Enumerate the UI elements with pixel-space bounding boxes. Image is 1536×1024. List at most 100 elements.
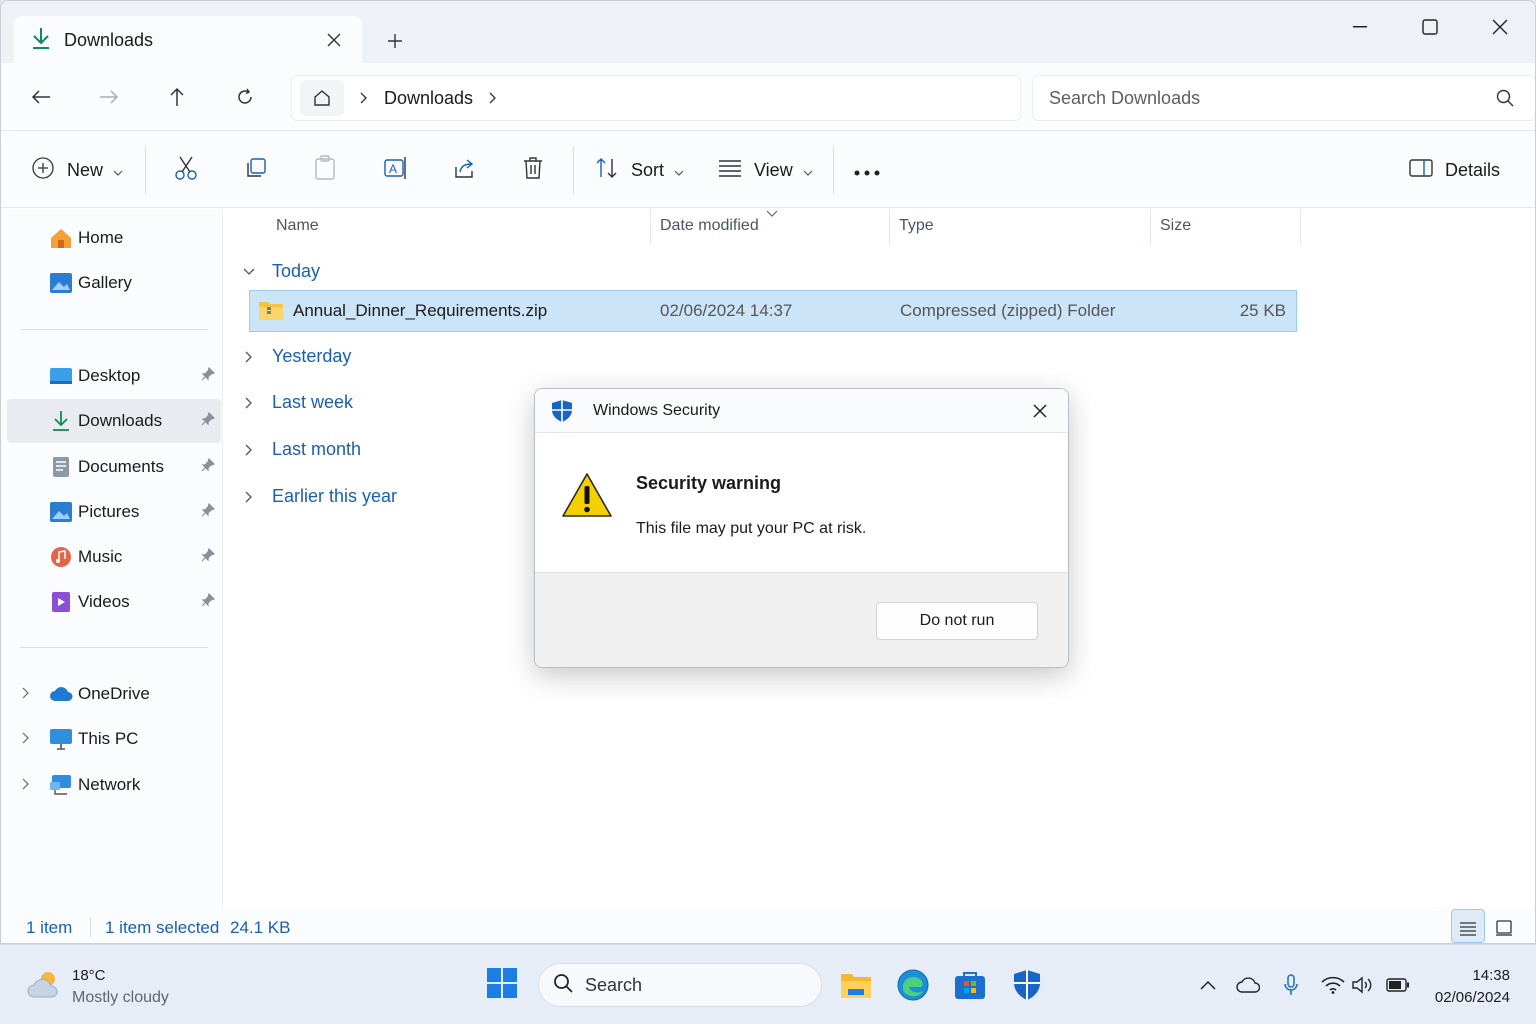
- column-header-size[interactable]: Size: [1160, 217, 1191, 235]
- address-bar[interactable]: Downloads: [291, 75, 1021, 121]
- clock-date: 02/06/2024: [1434, 989, 1510, 1006]
- dialog-heading: Security warning: [636, 473, 782, 493]
- sidebar-item-label: Videos: [78, 592, 130, 611]
- details-view-button[interactable]: [1451, 909, 1485, 943]
- microsoft-store-icon[interactable]: [950, 965, 990, 1005]
- copy-button[interactable]: [244, 150, 268, 190]
- home-icon[interactable]: [300, 80, 344, 116]
- chevron-right-icon[interactable]: [22, 729, 30, 749]
- maximize-button[interactable]: [1395, 1, 1465, 53]
- pin-icon[interactable]: [201, 366, 216, 386]
- sidebar-item-gallery[interactable]: Gallery: [7, 261, 221, 305]
- file-explorer-taskbar-icon[interactable]: [836, 965, 876, 1005]
- up-arrow-icon[interactable]: [159, 79, 195, 115]
- pin-icon[interactable]: [201, 592, 216, 612]
- sidebar-item-network[interactable]: Network: [7, 763, 221, 807]
- chevron-right-icon[interactable]: [489, 92, 497, 104]
- tab-downloads[interactable]: Downloads: [14, 16, 362, 64]
- wifi-icon[interactable]: [1319, 971, 1347, 999]
- svg-text:A: A: [389, 162, 397, 176]
- sidebar-item-home[interactable]: Home: [7, 216, 221, 260]
- chevron-right-icon[interactable]: [22, 684, 30, 704]
- group-header-today[interactable]: Today: [241, 261, 320, 282]
- share-button[interactable]: [453, 150, 477, 190]
- cut-button[interactable]: [174, 150, 198, 190]
- search-icon[interactable]: [1485, 89, 1525, 107]
- sidebar-item-label: OneDrive: [78, 684, 150, 703]
- sidebar-item-desktop[interactable]: Desktop: [7, 354, 221, 398]
- videos-icon: [49, 590, 73, 614]
- rename-button[interactable]: A: [383, 150, 409, 190]
- chevron-right-icon[interactable]: [22, 775, 30, 795]
- file-size: 25 KB: [1239, 301, 1286, 320]
- close-dialog-icon[interactable]: [1024, 395, 1056, 427]
- back-arrow-icon[interactable]: [23, 79, 59, 115]
- clock[interactable]: 14:38 02/06/2024: [1435, 965, 1510, 1009]
- windows-security-icon[interactable]: [1007, 965, 1047, 1005]
- search-icon: [553, 973, 573, 998]
- forward-arrow-icon[interactable]: [91, 79, 127, 115]
- shield-icon: [551, 399, 575, 423]
- column-header-type[interactable]: Type: [899, 217, 934, 235]
- home-icon: [49, 226, 73, 250]
- close-tab-icon[interactable]: [316, 22, 352, 58]
- search-box[interactable]: [1032, 75, 1535, 121]
- pin-icon[interactable]: [201, 502, 216, 522]
- breadcrumb-downloads[interactable]: Downloads: [384, 88, 473, 109]
- pin-icon[interactable]: [201, 547, 216, 567]
- scissors-icon: [174, 155, 198, 186]
- paste-button[interactable]: [314, 150, 336, 190]
- group-header-earlier-this-year[interactable]: Earlier this year: [241, 486, 397, 507]
- column-header-name[interactable]: Name: [276, 217, 319, 235]
- refresh-icon[interactable]: [227, 79, 263, 115]
- sidebar-item-videos[interactable]: Videos: [7, 580, 221, 624]
- start-button[interactable]: [482, 965, 522, 1005]
- tiles-view-button[interactable]: [1487, 909, 1521, 943]
- more-options-button[interactable]: [854, 150, 880, 190]
- minimize-button[interactable]: [1325, 1, 1395, 53]
- pin-icon[interactable]: [201, 457, 216, 477]
- file-type: Compressed (zipped) Folder: [900, 301, 1116, 320]
- warning-icon: [561, 471, 613, 524]
- taskbar-search[interactable]: Search: [538, 963, 822, 1007]
- delete-button[interactable]: [522, 150, 544, 190]
- column-header-date[interactable]: Date modified: [660, 217, 759, 235]
- sidebar-item-downloads[interactable]: Downloads: [7, 399, 221, 443]
- sort-label: Sort: [631, 159, 665, 180]
- list-view-icon: [718, 159, 742, 182]
- sidebar-item-this-pc[interactable]: This PC: [7, 717, 221, 761]
- chevron-up-icon[interactable]: [1194, 971, 1222, 999]
- search-input[interactable]: [1049, 87, 1485, 109]
- sidebar-item-onedrive[interactable]: OneDrive: [7, 672, 221, 716]
- onedrive-tray-icon[interactable]: [1234, 971, 1262, 999]
- group-label: Earlier this year: [272, 486, 398, 506]
- sidebar-item-music[interactable]: Music: [7, 535, 221, 579]
- dialog-footer: Do not run: [535, 572, 1068, 667]
- download-icon: [49, 409, 73, 433]
- battery-icon[interactable]: [1384, 971, 1412, 999]
- view-button[interactable]: View: [718, 150, 813, 190]
- details-button[interactable]: Details: [1409, 150, 1500, 190]
- group-header-last-month[interactable]: Last month: [241, 439, 361, 460]
- new-button[interactable]: New: [31, 150, 123, 190]
- weather-widget[interactable]: 18°C Mostly cloudy: [26, 965, 169, 1009]
- file-row[interactable]: Annual_Dinner_Requirements.zip 02/06/202…: [249, 290, 1297, 332]
- sidebar-item-pictures[interactable]: Pictures: [7, 490, 221, 534]
- sidebar-item-documents[interactable]: Documents: [7, 445, 221, 489]
- tab-title: Downloads: [64, 29, 154, 50]
- volume-icon[interactable]: [1349, 971, 1377, 999]
- chevron-right-icon: [241, 351, 257, 363]
- sidebar-item-label: Documents: [78, 457, 164, 476]
- group-header-last-week[interactable]: Last week: [241, 392, 353, 413]
- pin-icon[interactable]: [201, 411, 216, 431]
- more-dots-icon: [854, 160, 880, 181]
- group-header-yesterday[interactable]: Yesterday: [241, 346, 351, 367]
- new-tab-button[interactable]: [379, 25, 411, 57]
- sort-button[interactable]: Sort: [595, 150, 684, 190]
- item-count: 1 item: [26, 918, 73, 937]
- close-window-button[interactable]: [1465, 1, 1535, 53]
- microphone-icon[interactable]: [1277, 971, 1305, 999]
- sort-chevron-icon: [766, 205, 778, 223]
- do-not-run-button[interactable]: Do not run: [876, 602, 1038, 640]
- edge-browser-icon[interactable]: [893, 965, 933, 1005]
